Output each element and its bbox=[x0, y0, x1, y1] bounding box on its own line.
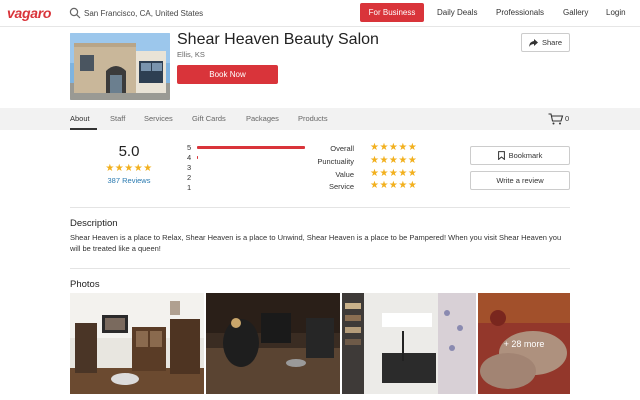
distribution-label: 4 bbox=[187, 153, 192, 162]
distribution-row: 1 bbox=[187, 183, 307, 192]
tab-gift-cards[interactable]: Gift Cards bbox=[192, 114, 226, 123]
more-photos-label[interactable]: + 28 more bbox=[478, 293, 570, 394]
category-label: Service bbox=[328, 182, 354, 191]
category-stars: ★★★★★ bbox=[370, 168, 418, 179]
bookmark-button[interactable]: Bookmark bbox=[470, 146, 570, 165]
gallery-photo-more[interactable]: + 28 more bbox=[478, 293, 570, 394]
nav-professionals[interactable]: Professionals bbox=[496, 8, 544, 17]
distribution-row: 2 bbox=[187, 173, 307, 182]
overall-stars: ★★★★★ bbox=[105, 163, 153, 174]
gallery-photo[interactable] bbox=[342, 293, 476, 394]
category-rating-service: Service ★★★★★ bbox=[300, 180, 440, 194]
active-tab-indicator bbox=[70, 128, 97, 130]
category-stars: ★★★★★ bbox=[370, 142, 418, 153]
salon-name: Shear Heaven Beauty Salon bbox=[177, 31, 379, 48]
distribution-bar bbox=[197, 146, 305, 149]
bookmark-button-label: Bookmark bbox=[508, 151, 543, 160]
distribution-label: 3 bbox=[187, 163, 192, 172]
cart-count: 0 bbox=[565, 114, 570, 123]
tab-products[interactable]: Products bbox=[298, 114, 328, 123]
share-button[interactable]: Share bbox=[521, 33, 570, 52]
search-icon bbox=[69, 7, 81, 19]
distribution-bar bbox=[197, 156, 198, 159]
nav-gallery[interactable]: Gallery bbox=[563, 8, 588, 17]
category-label: Punctuality bbox=[317, 157, 354, 166]
photos-heading: Photos bbox=[70, 279, 100, 290]
nav-login[interactable]: Login bbox=[606, 8, 626, 17]
distribution-row: 5 bbox=[187, 143, 307, 152]
tab-packages[interactable]: Packages bbox=[246, 114, 279, 123]
description-heading: Description bbox=[70, 218, 118, 229]
top-navigation: vagaro For Business Daily Deals Professi… bbox=[0, 0, 640, 27]
tab-staff[interactable]: Staff bbox=[110, 114, 125, 123]
overall-score: 5.0 bbox=[118, 143, 140, 160]
write-review-button[interactable]: Write a review bbox=[470, 171, 570, 190]
nav-daily-deals[interactable]: Daily Deals bbox=[437, 8, 477, 17]
distribution-row: 3 bbox=[187, 163, 307, 172]
bookmark-icon bbox=[497, 151, 505, 160]
distribution-label: 1 bbox=[187, 183, 192, 192]
salon-location: Ellis, KS bbox=[177, 50, 205, 59]
reviews-count-link[interactable]: 387 Reviews bbox=[70, 176, 188, 185]
category-label: Overall bbox=[330, 144, 354, 153]
section-divider bbox=[70, 207, 570, 208]
tab-services[interactable]: Services bbox=[144, 114, 173, 123]
description-text: Shear Heaven is a place to Relax, Shear … bbox=[70, 233, 562, 253]
profile-tab-bar: About Staff Services Gift Cards Packages… bbox=[0, 108, 640, 130]
tab-about[interactable]: About bbox=[70, 114, 90, 123]
category-stars: ★★★★★ bbox=[370, 180, 418, 191]
category-stars: ★★★★★ bbox=[370, 155, 418, 166]
distribution-row: 4 bbox=[187, 153, 307, 162]
category-label: Value bbox=[335, 170, 354, 179]
book-now-button[interactable]: Book Now bbox=[177, 65, 278, 84]
distribution-label: 5 bbox=[187, 143, 192, 152]
gallery-photo[interactable] bbox=[206, 293, 340, 394]
shopping-cart-icon[interactable] bbox=[548, 113, 564, 125]
share-button-label: Share bbox=[541, 38, 562, 47]
for-business-button[interactable]: For Business bbox=[360, 3, 424, 22]
vagaro-logo[interactable]: vagaro bbox=[7, 5, 51, 21]
section-divider bbox=[70, 268, 570, 269]
gallery-photo[interactable] bbox=[70, 293, 204, 394]
location-search-input[interactable] bbox=[84, 5, 334, 21]
distribution-label: 2 bbox=[187, 173, 192, 182]
share-icon bbox=[528, 38, 538, 47]
salon-storefront-photo[interactable] bbox=[70, 33, 170, 100]
